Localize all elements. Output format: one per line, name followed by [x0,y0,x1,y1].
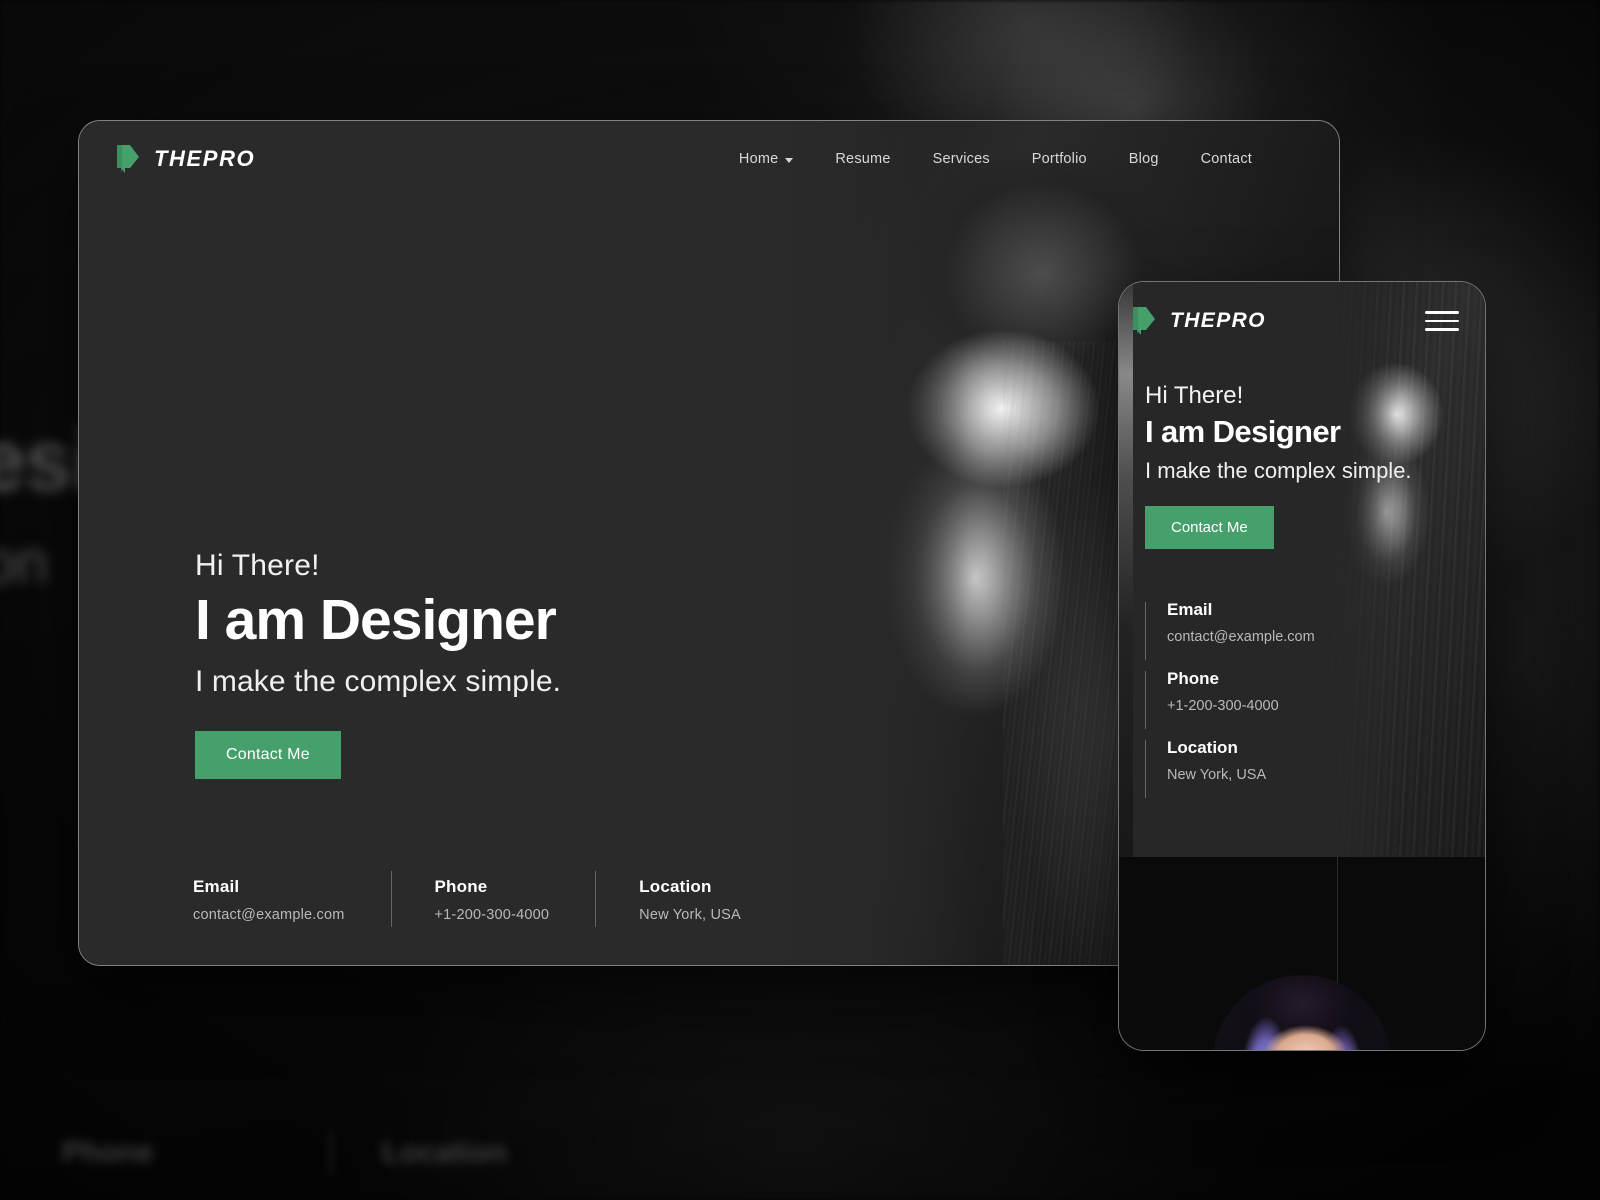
contact-item-location: Location New York, USA [595,871,787,927]
avatar [1212,975,1392,1050]
nav-item-blog[interactable]: Blog [1108,145,1180,173]
desktop-navbar: THEPRO Home Resume Services Portfolio Bl… [79,121,1339,197]
mobile-contact-value-location: New York, USA [1167,767,1267,783]
mobile-contact-value-email[interactable]: contact@example.com [1167,629,1315,645]
mobile-hero-section: THEPRO Hi There! I am Designer I make th… [1119,282,1485,857]
mobile-hero-subline: I make the complex simple. [1145,457,1412,483]
mobile-hero-greeting: Hi There! [1145,382,1244,409]
green-arrow-logo-icon [117,145,139,173]
mobile-navbar: THEPRO [1119,282,1485,360]
hamburger-bar-3 [1425,328,1459,331]
mobile-contact-item-phone: Phone +1-200-300-4000 [1145,669,1315,729]
green-arrow-logo-icon [1133,307,1155,335]
mobile-lower-section [1119,857,1485,1050]
mobile-contact-label-phone: Phone [1167,669,1219,688]
contact-me-button[interactable]: Contact Me [195,730,341,779]
contact-item-email: Email contact@example.com [193,877,391,923]
mobile-contact-label-email: Email [1167,600,1213,619]
mobile-contact-item-location: Location New York, USA [1145,738,1315,798]
desktop-nav-links: Home Resume Services Portfolio Blog Cont… [718,145,1273,173]
mobile-brand-name: THEPRO [1170,309,1266,332]
contact-value-email[interactable]: contact@example.com [193,907,345,923]
presentation-stage: esi on Phone Location THEPRO [0,0,1600,1200]
nav-item-resume[interactable]: Resume [814,145,911,173]
nav-item-contact[interactable]: Contact [1180,145,1273,173]
brand-logo[interactable]: THEPRO [117,144,255,174]
contact-label-email: Email [193,877,240,896]
hero-subline: I make the complex simple. [195,664,562,698]
mobile-hero-portrait-photo [1325,282,1485,857]
mobile-contact-value-phone[interactable]: +1-200-300-4000 [1167,698,1315,714]
hero-greeting: Hi There! [195,549,320,582]
mobile-hero-block: Hi There! I am Designer I make the compl… [1145,382,1485,549]
contact-label-location: Location [639,877,712,896]
desktop-contact-strip: Email contact@example.com Phone +1-200-3… [193,871,787,927]
contact-value-location: New York, USA [639,907,741,923]
ghost-divider [330,1130,332,1174]
nav-item-services[interactable]: Services [912,145,1011,173]
nav-item-home[interactable]: Home [718,145,814,173]
hero-headline: I am Designer [195,588,557,652]
nav-item-home-label: Home [738,151,779,167]
mobile-contact-me-button[interactable]: Contact Me [1145,505,1274,549]
contact-item-phone: Phone +1-200-300-4000 [390,871,596,927]
chevron-down-icon [785,157,794,163]
mobile-photo-edge-strip [1119,282,1133,857]
mobile-hero-headline: I am Designer [1145,414,1341,449]
hamburger-bar-2 [1425,319,1459,323]
mobile-brand-logo[interactable]: THEPRO [1133,306,1266,336]
hamburger-bar-1 [1425,311,1459,314]
brand-name: THEPRO [154,146,256,171]
mobile-contact-list: Email contact@example.com Phone +1-200-3… [1145,600,1315,807]
mobile-mockup-frame: THEPRO Hi There! I am Designer I make th… [1118,281,1486,1051]
hamburger-menu-icon[interactable] [1425,311,1459,331]
contact-label-phone: Phone [434,877,488,896]
mobile-contact-item-email: Email contact@example.com [1145,600,1315,660]
mobile-contact-label-location: Location [1167,738,1238,757]
desktop-hero-block: Hi There! I am Designer I make the compl… [195,549,561,779]
nav-item-portfolio[interactable]: Portfolio [1011,145,1108,173]
contact-value-phone[interactable]: +1-200-300-4000 [435,907,550,923]
